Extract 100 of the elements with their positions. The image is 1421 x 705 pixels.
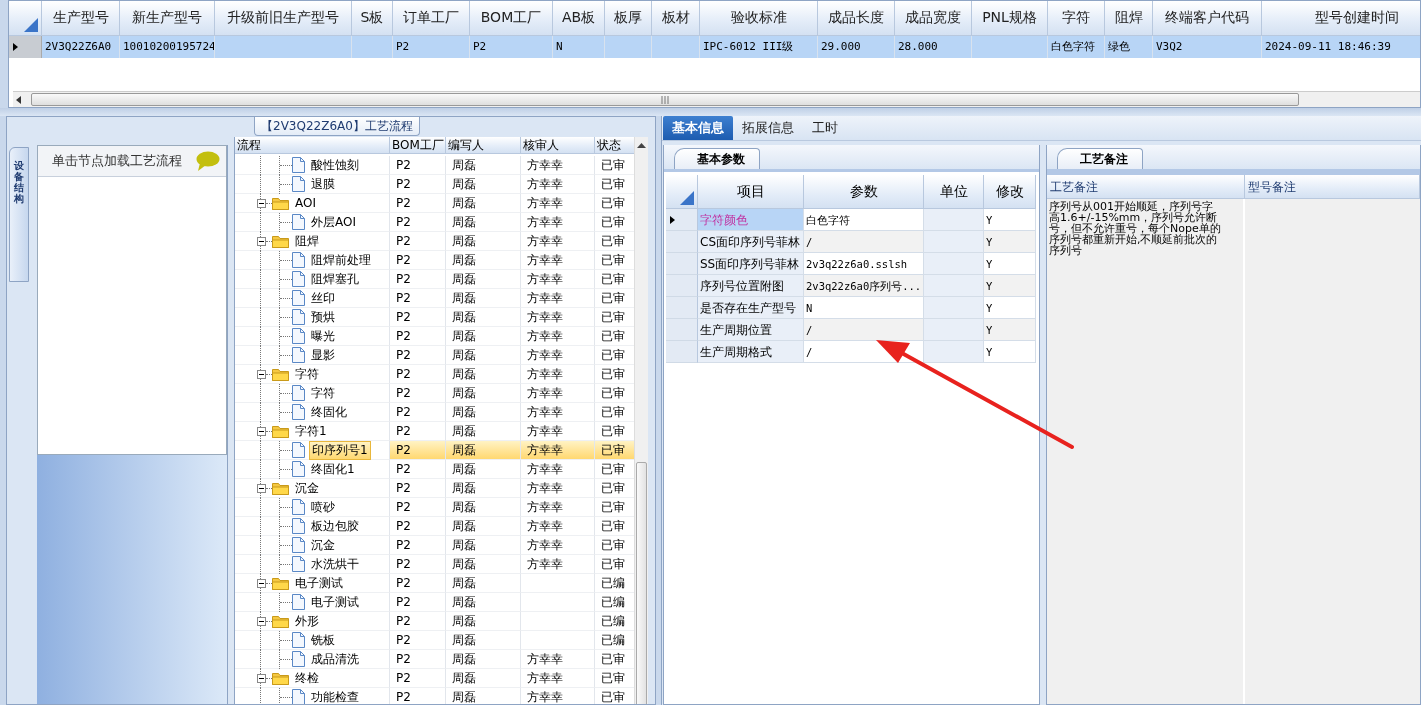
table-cell: P2: [390, 498, 446, 517]
table-cell: 生产周期位置: [698, 319, 804, 341]
table-cell: 方幸幸: [521, 289, 595, 308]
column-header[interactable]: 板材: [652, 1, 700, 36]
scrollbar-thumb[interactable]: [31, 93, 1299, 106]
table-cell: [652, 36, 700, 58]
table-cell: 周磊: [446, 631, 521, 650]
column-header[interactable]: 新生产型号: [120, 1, 215, 36]
tab[interactable]: 拓展信息: [733, 116, 803, 140]
table-cell: V3Q2: [1153, 36, 1262, 58]
tree-node[interactable]: AOI: [293, 194, 318, 212]
column-header[interactable]: 成品宽度: [895, 1, 972, 36]
column-header[interactable]: 订单工厂: [393, 1, 470, 36]
column-header[interactable]: 修改: [984, 175, 1036, 209]
tree-node[interactable]: 阻焊前处理: [309, 251, 373, 269]
collapse-icon[interactable]: [257, 578, 266, 588]
column-header[interactable]: 单位: [924, 175, 984, 209]
tree-node[interactable]: 沉金: [293, 479, 321, 497]
document-icon: [292, 556, 305, 572]
tree-node[interactable]: 丝印: [309, 289, 337, 307]
collapse-icon[interactable]: [257, 616, 266, 626]
column-header[interactable]: 阻焊: [1105, 1, 1153, 36]
vertical-tab[interactable]: 设备结构: [9, 147, 29, 282]
table-cell: P2: [390, 175, 446, 194]
panel-tab[interactable]: 基本参数: [674, 148, 760, 169]
tree-node[interactable]: 电子测试: [293, 574, 345, 592]
column-header[interactable]: 成品长度: [818, 1, 895, 36]
column-header[interactable]: 核审人: [521, 137, 595, 154]
tree-node[interactable]: 电子测试: [309, 593, 361, 611]
panel-tab[interactable]: 工艺备注: [1057, 148, 1143, 169]
column-header[interactable]: 流程: [235, 137, 390, 154]
collapse-icon[interactable]: [257, 369, 266, 379]
table-cell: 周磊: [446, 612, 521, 631]
document-icon: [292, 328, 305, 344]
tree-node[interactable]: 喷砂: [309, 498, 337, 516]
column-header[interactable]: 生产型号: [42, 1, 120, 36]
tree-node[interactable]: 阻焊塞孔: [309, 270, 361, 288]
column-header[interactable]: 参数: [804, 175, 924, 209]
tree-node[interactable]: 预烘: [309, 308, 337, 326]
tab[interactable]: 基本信息: [663, 116, 733, 140]
column-header[interactable]: BOM工厂: [390, 137, 446, 154]
tree-node[interactable]: 终固化1: [309, 460, 357, 478]
tree-node[interactable]: 外形: [293, 612, 321, 630]
table-cell: P2: [390, 574, 446, 593]
tree-node[interactable]: 终检: [293, 669, 321, 687]
column-header[interactable]: S板: [352, 1, 393, 36]
tree-node[interactable]: 阻焊: [293, 232, 321, 250]
column-header[interactable]: 升级前旧生产型号: [215, 1, 352, 36]
table-cell: 周磊: [446, 270, 521, 289]
column-header[interactable]: 终端客户代码: [1153, 1, 1262, 36]
column-header[interactable]: BOM工厂: [470, 1, 553, 36]
tree-node[interactable]: 沉金: [309, 536, 337, 554]
collapse-icon[interactable]: [257, 673, 266, 683]
tab[interactable]: 工时: [803, 116, 847, 140]
column-header[interactable]: 型号创建时间: [1262, 1, 1420, 36]
table-cell: 白色字符: [1048, 36, 1105, 58]
collapse-icon[interactable]: [257, 426, 266, 436]
table-cell: 方幸幸: [521, 650, 595, 669]
scroll-up-icon[interactable]: [636, 140, 647, 151]
column-header[interactable]: 编写人: [446, 137, 521, 154]
tree-node[interactable]: 功能检查: [309, 688, 361, 704]
table-cell: [924, 341, 984, 363]
tree-node[interactable]: 水洗烘干: [309, 555, 361, 573]
table-cell: P2: [390, 441, 446, 460]
tree-node[interactable]: 外层AOI: [309, 213, 358, 231]
table-cell: CS面印序列号菲林: [698, 231, 804, 253]
tree-node[interactable]: 字符: [309, 384, 337, 402]
column-header[interactable]: 状态: [595, 137, 635, 154]
column-header[interactable]: 字符: [1048, 1, 1105, 36]
tree-node[interactable]: 字符1: [293, 422, 329, 440]
tree-node[interactable]: 终固化: [309, 403, 349, 421]
tree-node[interactable]: 字符: [293, 365, 321, 383]
document-icon: [292, 271, 305, 287]
row-header[interactable]: [9, 36, 42, 58]
row-header[interactable]: [666, 209, 698, 231]
document-icon: [292, 176, 305, 192]
scrollbar-thumb[interactable]: [636, 462, 647, 704]
table-cell: 周磊: [446, 460, 521, 479]
tree-node[interactable]: 铣板: [309, 631, 337, 649]
column-header[interactable]: 项目: [698, 175, 804, 209]
collapse-icon[interactable]: [257, 198, 266, 208]
tree-node[interactable]: 退膜: [309, 175, 337, 193]
document-icon: [292, 442, 305, 458]
column-header[interactable]: 验收标准: [700, 1, 818, 36]
tree-node[interactable]: 板边包胶: [309, 517, 361, 535]
table-cell: 周磊: [446, 517, 521, 536]
tree-node[interactable]: 成品清洗: [309, 650, 361, 668]
column-header[interactable]: AB板: [553, 1, 605, 36]
table-cell: Y: [984, 297, 1036, 319]
table-cell: P2: [390, 270, 446, 289]
collapse-icon[interactable]: [257, 236, 266, 246]
column-header[interactable]: PNL规格: [972, 1, 1048, 36]
collapse-icon[interactable]: [257, 483, 266, 493]
table-cell: P2: [390, 213, 446, 232]
table-cell: 方幸幸: [521, 308, 595, 327]
tree-node[interactable]: 酸性蚀刻: [309, 156, 361, 174]
tree-node[interactable]: 曝光: [309, 327, 337, 345]
tree-node[interactable]: 显影: [309, 346, 337, 364]
table-cell: 周磊: [446, 688, 521, 704]
column-header[interactable]: 板厚: [605, 1, 652, 36]
